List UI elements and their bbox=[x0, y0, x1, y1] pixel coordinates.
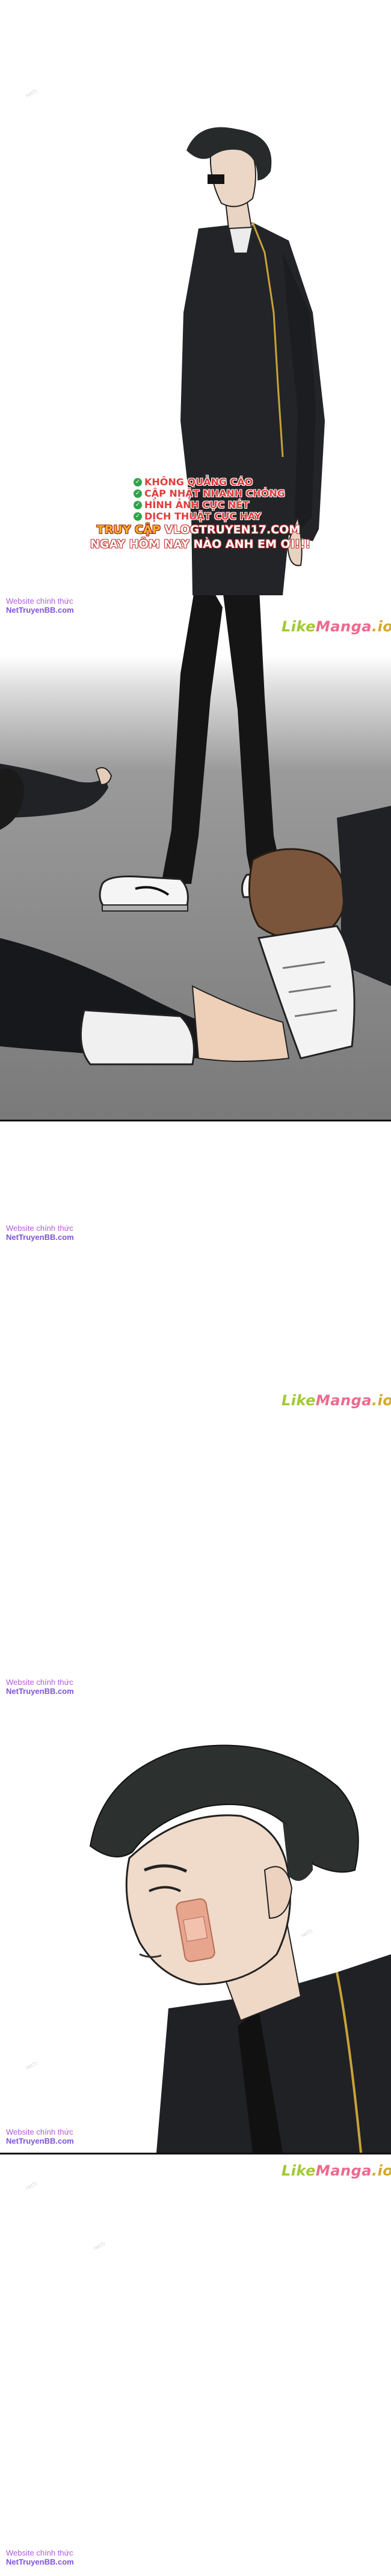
comic-page: ✓ KHÔNG QUẢNG CÁO ✓ CẬP NHẬT NHANH CHÓNG… bbox=[0, 0, 391, 2576]
check-icon: ✓ bbox=[134, 512, 142, 521]
panel-1-art bbox=[0, 0, 391, 1120]
brand-watermark: LikeManga.io bbox=[282, 618, 391, 635]
foreground-sneaker bbox=[79, 1009, 195, 1066]
man-eye-shadow bbox=[208, 174, 224, 184]
sneaker-illustration bbox=[99, 876, 189, 912]
check-icon: ✓ bbox=[134, 478, 142, 486]
ad-url-link[interactable]: VLOGTRUYEN17.COM bbox=[164, 523, 300, 536]
ad-item: ✓ DỊCH THUẬT CỰC HAY bbox=[90, 511, 307, 522]
panel-2-art bbox=[0, 1672, 391, 2153]
check-icon: ✓ bbox=[134, 489, 142, 498]
site-watermark: Website chính thức NetTruyenBB.com bbox=[6, 596, 74, 615]
ad-item: ✓ CẬP NHẬT NHANH CHÓNG bbox=[90, 488, 307, 499]
ad-visit-line[interactable]: TRUY CẬP VLOGTRUYEN17.COM bbox=[90, 523, 307, 537]
faint-watermark: netTr bbox=[24, 2180, 38, 2191]
ad-item: ✓ HÌNH ẢNH CỰC NÉT bbox=[90, 500, 307, 511]
ad-banner: ✓ KHÔNG QUẢNG CÁO ✓ CẬP NHẬT NHANH CHÓNG… bbox=[90, 477, 311, 551]
brand-watermark: LikeManga.io bbox=[282, 2162, 391, 2179]
site-watermark: Website chính thức NetTruyenBB.com bbox=[6, 1678, 74, 1696]
site-watermark: Website chính thức NetTruyenBB.com bbox=[6, 2127, 74, 2145]
site-watermark: Website chính thức NetTruyenBB.com bbox=[6, 1224, 74, 1242]
faint-watermark: netTr bbox=[92, 2240, 106, 2251]
comic-panel-standing-man: ✓ KHÔNG QUẢNG CÁO ✓ CẬP NHẬT NHANH CHÓNG… bbox=[0, 0, 391, 1121]
ad-item: ✓ KHÔNG QUẢNG CÁO bbox=[90, 477, 307, 488]
site-watermark: Website chính thức NetTruyenBB.com bbox=[6, 2548, 74, 2566]
check-icon: ✓ bbox=[134, 501, 142, 509]
brand-watermark: LikeManga.io bbox=[282, 1392, 391, 1409]
comic-panel-closeup bbox=[0, 1672, 391, 2154]
ad-tagline: NGAY HÔM NAY NÀO ANH EM ƠI!!! bbox=[90, 538, 311, 551]
